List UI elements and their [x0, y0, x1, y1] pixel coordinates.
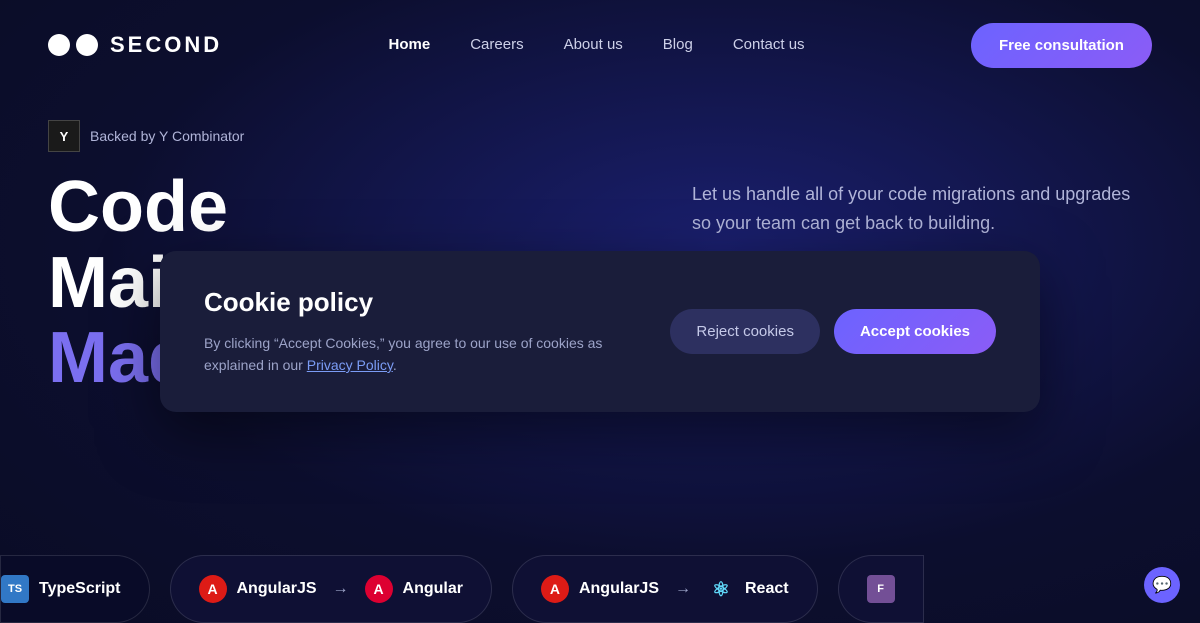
yc-text: Backed by Y Combinator — [90, 128, 244, 144]
arrow-1: → — [333, 580, 349, 598]
cookie-content: Cookie policy By clicking “Accept Cookie… — [204, 287, 630, 377]
cookie-banner: Cookie policy By clicking “Accept Cookie… — [160, 251, 1040, 413]
hero-right: Let us handle all of your code migration… — [692, 120, 1152, 238]
logo-dot-2 — [76, 34, 98, 56]
tech-item-typescript: TS TypeScript — [0, 555, 150, 623]
nav-item-about[interactable]: About us — [564, 36, 623, 54]
nav-link-contact[interactable]: Contact us — [733, 36, 805, 53]
nav-item-blog[interactable]: Blog — [663, 36, 693, 54]
angularjs-label-1: AngularJS — [237, 580, 317, 598]
react-icon: ⚛ — [707, 575, 735, 603]
nav-item-contact[interactable]: Contact us — [733, 36, 805, 54]
nav-link-about[interactable]: About us — [564, 36, 623, 53]
angularjs-label-2: AngularJS — [579, 580, 659, 598]
privacy-policy-link[interactable]: Privacy Policy — [307, 357, 393, 373]
brand-name: SECOND — [110, 32, 222, 58]
angularjs-icon-1: A — [199, 575, 227, 603]
nav-links: Home Careers About us Blog Contact us — [389, 36, 805, 54]
typescript-label: TypeScript — [39, 580, 121, 598]
cookie-description: By clicking “Accept Cookies,” you agree … — [204, 332, 630, 377]
free-consultation-button[interactable]: Free consultation — [971, 23, 1152, 68]
logo: SECOND — [48, 32, 222, 58]
yc-logo: Y — [48, 120, 80, 152]
yc-badge: Y Backed by Y Combinator — [48, 120, 628, 152]
chat-button[interactable]: 💬 — [1144, 567, 1180, 603]
logo-dots — [48, 34, 98, 56]
accept-cookies-button[interactable]: Accept cookies — [834, 309, 996, 354]
angular-icon: A — [365, 575, 393, 603]
arrow-2: → — [675, 580, 691, 598]
cookie-title: Cookie policy — [204, 287, 630, 318]
cookie-desc-text: By clicking “Accept Cookies,” you agree … — [204, 335, 602, 373]
navbar: SECOND Home Careers About us Blog Contac… — [0, 0, 1200, 90]
logo-dot-1 — [48, 34, 70, 56]
angular-label: Angular — [403, 580, 463, 598]
cookie-actions: Reject cookies Accept cookies — [670, 309, 996, 354]
tech-strip: TS TypeScript A AngularJS → A Angular A … — [0, 555, 1200, 623]
nav-link-blog[interactable]: Blog — [663, 36, 693, 53]
tech-item-angularjs-to-angular: A AngularJS → A Angular — [170, 555, 492, 623]
nav-link-home[interactable]: Home — [389, 36, 431, 53]
nav-item-careers[interactable]: Careers — [470, 36, 523, 54]
tech-item-angularjs-to-react: A AngularJS → ⚛ React — [512, 555, 818, 623]
angularjs-icon-2: A — [541, 575, 569, 603]
cookie-period: . — [393, 357, 397, 373]
react-label: React — [745, 580, 789, 598]
tech-item-fortran: F — [838, 555, 924, 623]
reject-cookies-button[interactable]: Reject cookies — [670, 309, 820, 354]
nav-link-careers[interactable]: Careers — [470, 36, 523, 53]
typescript-icon: TS — [1, 575, 29, 603]
hero-description: Let us handle all of your code migration… — [692, 180, 1152, 238]
nav-item-home[interactable]: Home — [389, 36, 431, 54]
fortran-icon: F — [867, 575, 895, 603]
